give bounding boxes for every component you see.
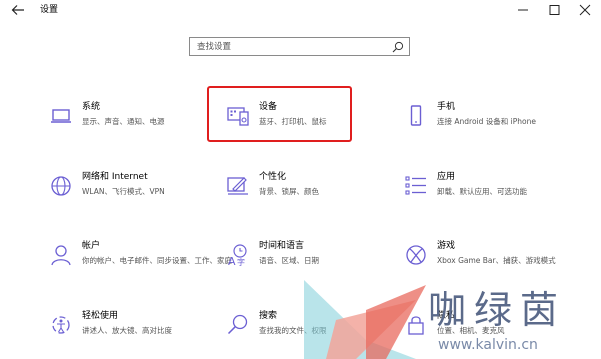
back-arrow-icon[interactable] — [10, 3, 26, 17]
category-title: 轻松使用 — [82, 311, 119, 321]
category-phone[interactable]: 手机 连接 Android 设备和 iPhone — [405, 101, 555, 149]
category-title: 帐户 — [82, 241, 101, 251]
category-description: WLAN、飞行模式、VPN — [82, 187, 165, 196]
svg-text:字: 字 — [237, 257, 245, 266]
svg-text:A: A — [228, 255, 236, 266]
search-category-icon — [227, 314, 248, 335]
category-description: 蓝牙、打印机、鼠标 — [259, 117, 327, 126]
category-title: 网络和 Internet — [82, 172, 148, 182]
xbox-icon — [406, 245, 426, 265]
category-accounts[interactable]: 帐户 你的帐户、电子邮件、同步设置、工作、家庭 — [50, 240, 232, 288]
category-title: 系统 — [82, 102, 101, 112]
laptop-icon — [51, 109, 71, 123]
category-description: 连接 Android 设备和 iPhone — [437, 117, 536, 126]
account-icon — [51, 245, 71, 266]
settings-window: 设置 查找设置 系统 显示、声音、通知、电源 设备 蓝牙、打印机、鼠标 手机 连… — [0, 0, 601, 359]
devices-icon — [227, 107, 249, 126]
watermark-url: www.kalvin.cn — [438, 337, 538, 353]
title-bar: 设置 — [0, 0, 601, 20]
category-personalization[interactable]: 个性化 背景、锁屏、颜色 — [227, 171, 377, 219]
search-placeholder: 查找设置 — [197, 42, 232, 52]
category-description: 讲述人、放大镜、高对比度 — [82, 326, 172, 335]
category-apps[interactable]: 应用 卸载、默认应用、可选功能 — [405, 171, 555, 219]
ease-of-access-icon — [52, 316, 70, 334]
maximize-icon[interactable] — [539, 0, 569, 20]
globe-icon — [51, 176, 71, 196]
personalize-icon — [227, 177, 248, 195]
category-description: 显示、声音、通知、电源 — [82, 117, 165, 126]
category-network[interactable]: 网络和 Internet WLAN、飞行模式、VPN — [50, 171, 200, 219]
category-devices[interactable]: 设备 蓝牙、打印机、鼠标 — [227, 101, 377, 149]
category-title: 时间和语言 — [259, 241, 305, 251]
search-input[interactable]: 查找设置 — [189, 37, 410, 56]
category-title: 搜索 — [259, 311, 278, 321]
time-language-icon: A 字 — [228, 244, 247, 266]
category-ease-of-access[interactable]: 轻松使用 讲述人、放大镜、高对比度 — [50, 310, 200, 358]
category-description: 卸载、默认应用、可选功能 — [437, 187, 527, 196]
category-title: 手机 — [437, 102, 456, 112]
category-system[interactable]: 系统 显示、声音、通知、电源 — [50, 101, 200, 149]
category-title: 游戏 — [437, 241, 456, 251]
category-description: 你的帐户、电子邮件、同步设置、工作、家庭 — [82, 256, 232, 265]
category-title: 应用 — [437, 172, 456, 182]
phone-icon — [410, 105, 422, 126]
apps-icon — [405, 176, 426, 195]
close-icon[interactable] — [570, 0, 600, 20]
category-title: 设备 — [259, 102, 278, 112]
category-description: 语音、区域、日期 — [259, 256, 319, 265]
window-title: 设置 — [40, 5, 59, 15]
category-description: Xbox Game Bar、捕获、游戏模式 — [437, 256, 556, 265]
search-icon[interactable] — [392, 41, 404, 53]
minimize-icon[interactable] — [508, 0, 538, 20]
category-description: 背景、锁屏、颜色 — [259, 187, 319, 196]
category-title: 个性化 — [259, 172, 287, 182]
watermark-text: 咖绿茵 — [428, 288, 567, 332]
